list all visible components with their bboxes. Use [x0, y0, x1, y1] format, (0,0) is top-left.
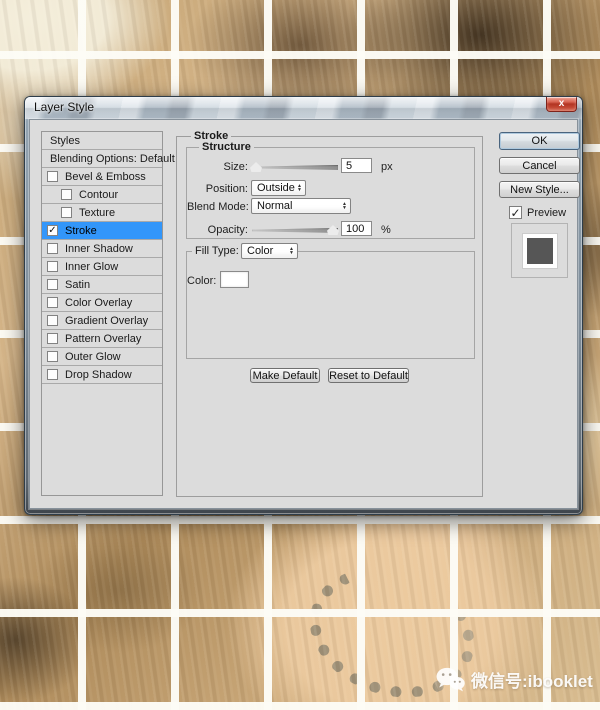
opacity-slider[interactable]: [252, 225, 338, 236]
styles-panel: Styles Blending Options: Default Bevel &…: [41, 131, 163, 496]
check-icon: ✓: [48, 226, 56, 236]
dialog-titlebar[interactable]: [25, 97, 582, 119]
style-item-label: Gradient Overlay: [65, 315, 148, 327]
stepper-icon: ▲▼: [342, 202, 350, 210]
style-item-checkbox[interactable]: [47, 171, 58, 182]
style-item-label: Outer Glow: [65, 351, 121, 363]
style-item-drop-shadow[interactable]: Drop Shadow: [42, 366, 162, 384]
size-slider[interactable]: [252, 162, 338, 173]
close-icon: x: [559, 98, 565, 109]
size-slider-thumb[interactable]: [250, 162, 262, 172]
opacity-slider-track: [252, 228, 338, 233]
style-item-label: Satin: [65, 279, 90, 291]
style-item-checkbox[interactable]: [47, 243, 58, 254]
fill-type-label: Fill Type:: [192, 245, 242, 257]
blend-mode-dropdown[interactable]: Normal ▲▼: [251, 198, 351, 214]
blend-mode-value: Normal: [257, 200, 292, 212]
color-label: Color:: [187, 275, 216, 287]
style-item-label: Texture: [79, 207, 115, 219]
style-item-checkbox[interactable]: [47, 333, 58, 344]
fill-type-value: Color: [247, 245, 273, 257]
style-item-label: Drop Shadow: [65, 369, 132, 381]
style-item-satin[interactable]: Satin: [42, 276, 162, 294]
dialog-title: Layer Style: [34, 100, 94, 114]
blending-options-item[interactable]: Blending Options: Default: [42, 150, 162, 168]
size-label: Size:: [187, 161, 248, 173]
size-unit: px: [381, 161, 393, 173]
size-input[interactable]: [341, 158, 372, 173]
style-item-label: Stroke: [65, 225, 97, 237]
preview-checkbox[interactable]: ✓: [509, 206, 522, 219]
fill-type-dropdown[interactable]: Color ▲▼: [241, 243, 298, 259]
style-item-inner-glow[interactable]: Inner Glow: [42, 258, 162, 276]
watermark-text: 微信号:ibooklet: [471, 667, 593, 692]
style-item-label: Contour: [79, 189, 118, 201]
watermark: 微信号:ibooklet: [436, 667, 593, 692]
dialog-client: Styles Blending Options: Default Bevel &…: [29, 119, 578, 509]
position-dropdown[interactable]: Outside ▲▼: [251, 180, 306, 196]
stepper-icon: ▲▼: [297, 184, 305, 192]
reset-to-default-button[interactable]: Reset to Default: [328, 368, 409, 383]
style-item-gradient-overlay[interactable]: Gradient Overlay: [42, 312, 162, 330]
style-item-checkbox[interactable]: [61, 189, 72, 200]
style-item-inner-shadow[interactable]: Inner Shadow: [42, 240, 162, 258]
stroke-preview-square: [523, 234, 557, 268]
style-item-label: Inner Shadow: [65, 243, 133, 255]
styles-header[interactable]: Styles: [42, 132, 162, 150]
style-item-bevel-emboss[interactable]: Bevel & Emboss: [42, 168, 162, 186]
style-item-stroke[interactable]: ✓ Stroke: [42, 222, 162, 240]
style-item-texture[interactable]: Texture: [42, 204, 162, 222]
new-style-button[interactable]: New Style...: [499, 181, 580, 198]
style-item-checkbox[interactable]: [47, 351, 58, 362]
wechat-icon: [436, 667, 465, 692]
structure-group: Structure Size: px Position: Outside ▲▼ …: [186, 147, 475, 239]
stepper-icon: ▲▼: [289, 247, 297, 255]
size-slider-track: [252, 165, 338, 170]
stroke-panel: Stroke Structure Size: px Position: Outs…: [176, 136, 483, 497]
style-item-outer-glow[interactable]: Outer Glow: [42, 348, 162, 366]
opacity-unit: %: [381, 224, 391, 236]
structure-group-title: Structure: [199, 141, 254, 153]
blend-mode-label: Blend Mode:: [187, 201, 248, 213]
ok-button[interactable]: OK: [499, 132, 580, 150]
preview-option: ✓ Preview: [509, 206, 566, 219]
opacity-slider-thumb[interactable]: [327, 225, 339, 235]
style-item-color-overlay[interactable]: Color Overlay: [42, 294, 162, 312]
position-value: Outside: [257, 182, 295, 194]
fill-type-group: Fill Type: Color ▲▼ Color:: [186, 251, 475, 359]
position-label: Position:: [187, 183, 248, 195]
cancel-button[interactable]: Cancel: [499, 157, 580, 174]
style-item-checkbox[interactable]: ✓: [47, 225, 58, 236]
style-item-checkbox[interactable]: [47, 315, 58, 326]
opacity-label: Opacity:: [187, 224, 248, 236]
style-item-label: Inner Glow: [65, 261, 118, 273]
color-swatch[interactable]: [220, 271, 249, 288]
style-item-checkbox[interactable]: [47, 261, 58, 272]
styles-list: Bevel & Emboss Contour Texture ✓ Stroke Inner…: [42, 168, 162, 384]
style-item-contour[interactable]: Contour: [42, 186, 162, 204]
style-item-checkbox[interactable]: [47, 369, 58, 380]
styles-header-label: Styles: [50, 135, 80, 147]
style-item-label: Pattern Overlay: [65, 333, 141, 345]
style-item-checkbox[interactable]: [61, 207, 72, 218]
style-item-checkbox[interactable]: [47, 297, 58, 308]
close-button[interactable]: x: [546, 97, 577, 112]
style-item-label: Color Overlay: [65, 297, 132, 309]
layer-style-dialog: Layer Style x Styles Blending Options: D…: [24, 96, 583, 515]
check-icon: ✓: [510, 206, 520, 220]
blending-options-label: Blending Options: Default: [50, 153, 175, 165]
style-item-label: Bevel & Emboss: [65, 171, 146, 183]
make-default-button[interactable]: Make Default: [250, 368, 320, 383]
style-preview-thumbnail: [511, 223, 568, 278]
preview-label: Preview: [527, 207, 566, 219]
style-item-checkbox[interactable]: [47, 279, 58, 290]
style-item-pattern-overlay[interactable]: Pattern Overlay: [42, 330, 162, 348]
opacity-input[interactable]: [341, 221, 372, 236]
